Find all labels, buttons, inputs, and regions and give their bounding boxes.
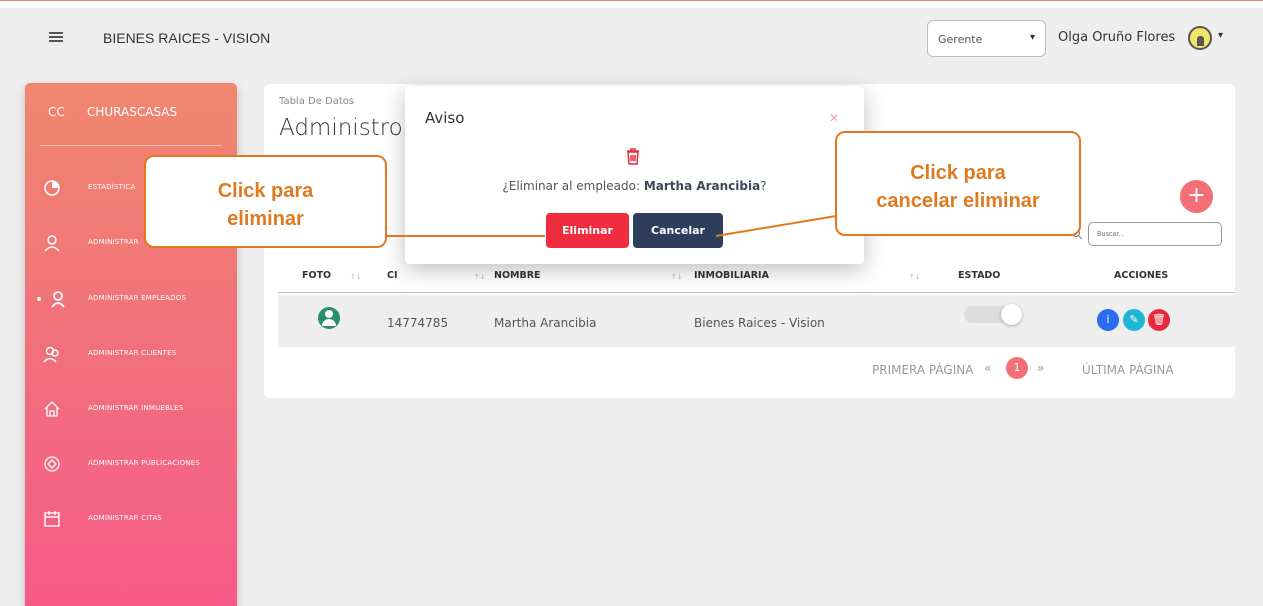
sort-icon[interactable]: ↑↓ [474,273,486,281]
sidebar-divider [40,145,222,146]
sidebar-item-label: ADMINISTRAR INMUEBLES [88,404,184,412]
callout-cancelar: Click para cancelar eliminar [835,131,1081,236]
brand-title: BIENES RAICES - VISION [103,30,271,46]
sidebar-item-label: ESTADÍSTICA [88,183,136,191]
callout-eliminar: Click para eliminar [144,155,387,248]
chevron-down-icon[interactable]: ▾ [1218,30,1223,41]
home-icon [44,401,60,417]
page-title: Administro [279,115,403,141]
close-icon[interactable]: ✕ [829,111,839,125]
callout-text: eliminar [227,208,304,230]
sidebar-item-label: ADMINISTRAR [88,238,139,246]
column-header-ci[interactable]: CI [387,270,398,281]
trash-icon[interactable]: 🗑 [1148,309,1170,331]
chart-pie-icon [44,180,60,196]
employee-photo [318,307,340,329]
modal-message-suffix: ? [760,179,767,193]
callout-text: Click para [910,162,1006,184]
sidebar-item-label: ADMINISTRAR CLIENTES [88,349,177,357]
pager-current[interactable]: 1 [1006,357,1028,379]
cell-nombre: Martha Arancibia [494,316,597,330]
table-row: 14774785 Martha Arancibia Bienes Raices … [278,295,1235,347]
top-border [0,0,1263,8]
sidebar-item-publicaciones[interactable]: ADMINISTRAR PUBLICACIONES [25,445,237,485]
sidebar-item-label: ADMINISTRAR CITAS [88,514,163,522]
clients-icon [43,346,59,363]
sidebar-item-label: ADMINISTRAR PUBLICACIONES [88,459,200,467]
sort-icon[interactable]: ↑↓ [909,273,921,281]
modal-message: ¿Eliminar al empleado: Martha Arancibia? [405,179,864,193]
sidebar-item-inmuebles[interactable]: ADMINISTRAR INMUEBLES [25,390,237,430]
callout-text: Click para [217,180,314,202]
column-header-foto[interactable]: FOTO [302,270,331,281]
search-input[interactable] [1088,222,1222,246]
avatar[interactable] [1188,26,1212,50]
modal-message-name: Martha Arancibia [643,179,761,193]
sidebar-header[interactable]: CC CHURASCASAS [25,83,237,145]
modal-message-prefix: ¿Eliminar al empleado: [502,179,644,193]
sort-icon[interactable]: ↑↓ [671,273,683,281]
users-icon [51,291,65,308]
sidebar-name: CHURASCASAS [87,105,178,119]
info-icon[interactable]: i [1097,309,1119,331]
delete-button[interactable]: Eliminar [546,213,629,248]
user-name[interactable]: Olga Oruño Flores [1058,30,1175,45]
cell-inmobiliaria: Bienes Raices - Vision [694,316,825,330]
cancel-button[interactable]: Cancelar [633,213,723,248]
pager-last[interactable]: ÚLTIMA PÁGINA [1082,363,1174,377]
publications-icon [44,456,60,472]
add-button[interactable]: + [1180,180,1213,213]
chevron-left-icon[interactable]: « [984,361,991,375]
estado-toggle[interactable] [964,304,1022,325]
sort-icon[interactable]: ↑↓ [350,273,362,281]
callout-text: cancelar eliminar [876,190,1040,212]
sidebar-abbr: CC [48,105,65,119]
active-indicator [37,297,41,301]
menu-icon[interactable] [49,30,71,46]
trash-icon [627,148,639,165]
sidebar-item-clientes[interactable]: ADMINISTRAR CLIENTES [25,335,237,375]
sidebar-item-citas[interactable]: ADMINISTRAR CITAS [25,500,237,540]
column-header-acciones: ACCIONES [1114,270,1169,281]
column-header-nombre[interactable]: NOMBRE [494,270,541,281]
chevron-down-icon: ▾ [1029,32,1035,43]
sidebar-item-empleados[interactable]: ADMINISTRAR EMPLEADOS [25,280,237,320]
chevron-right-icon[interactable]: » [1037,361,1044,375]
cell-ci: 14774785 [387,316,449,330]
role-select-value: Gerente [938,33,983,46]
pager-first[interactable]: PRIMERA PÁGINA [872,363,973,377]
column-header-estado[interactable]: ESTADO [958,270,1000,281]
confirm-delete-modal: Aviso ✕ ¿Eliminar al empleado: Martha Ar… [405,86,864,264]
sidebar-item-label: ADMINISTRAR EMPLEADOS [88,294,187,302]
modal-title: Aviso [425,109,465,127]
role-select[interactable]: Gerente ▾ [927,20,1046,57]
table-header: FOTO ↑↓ CI ↑↓ NOMBRE ↑↓ INMOBILIARIA ↑↓ … [278,265,1235,293]
user-icon [44,235,60,252]
calendar-icon [44,511,60,527]
navbar: BIENES RAICES - VISION Gerente ▾ Olga Or… [0,8,1263,70]
column-header-inmobiliaria[interactable]: INMOBILIARIA [694,270,769,281]
edit-icon[interactable]: ✎ [1123,309,1145,331]
card-subtitle: Tabla De Datos [279,96,355,107]
